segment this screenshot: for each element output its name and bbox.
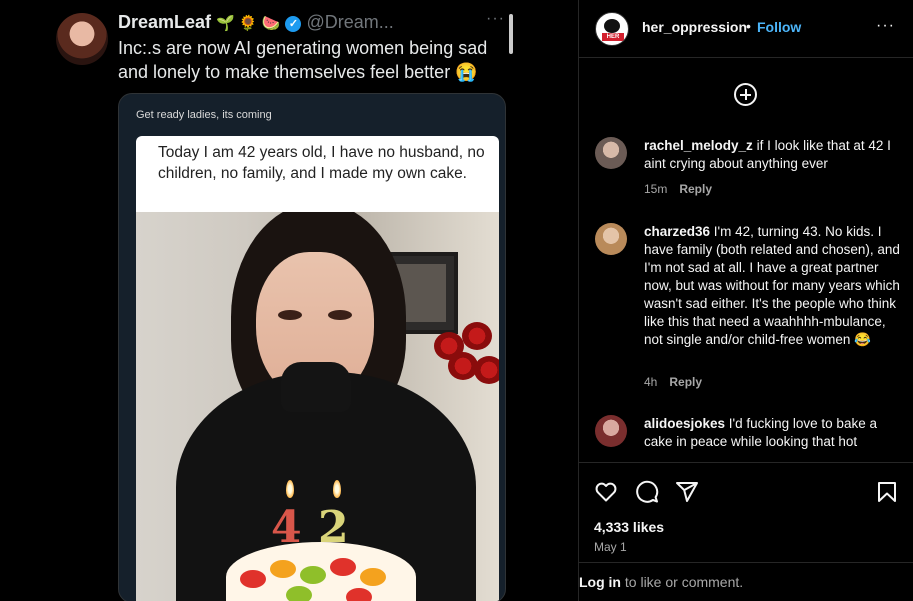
tweet-more-icon: ··· [486,10,505,27]
likes-count[interactable]: 4,333 likes [594,519,664,535]
tweet-avatar [56,13,108,65]
share-icon[interactable] [675,480,699,504]
post-info-panel: HER her_oppression • Follow ··· rachel_m… [578,0,913,601]
candle-digit-2: 2 [318,502,349,553]
follow-button[interactable]: Follow [757,19,801,35]
separator-dot: • [746,18,751,34]
crying-woman-photo: 4 2 [136,212,499,601]
comment-content: I'm 42, turning 43. No kids. I have fami… [644,224,900,347]
comment-time: 4h [644,375,658,389]
tweet-scrollbar [509,14,513,54]
tweet-header: DreamLeaf 🌱 🌻 🍉 ✓ @Dream... [118,12,394,33]
owner-username[interactable]: her_oppression [642,19,747,35]
login-prompt-text: to like or comment. [621,574,744,590]
tweet-emojis: 🌱 🌻 🍉 [216,15,281,32]
comment-icon[interactable] [635,480,659,504]
comment-text: alidoesjokes I'd fucking love to bake a … [644,415,900,451]
comment-meta: 15m Reply [644,182,712,196]
comment-text: charzed36 I'm 42, turning 43. No kids. I… [644,223,900,349]
commenter-avatar[interactable] [595,415,627,447]
tweet-display-name: DreamLeaf [118,12,212,32]
login-link[interactable]: Log in [579,574,621,590]
reply-button[interactable]: Reply [679,182,712,196]
avatar-badge: HER [602,33,624,41]
verified-icon: ✓ [285,16,302,32]
tweet-text: Inc:.s are now AI generating women being… [118,38,488,82]
commenter-avatar[interactable] [595,223,627,255]
quote-caption: Get ready ladies, its coming [136,109,272,121]
bookmark-icon[interactable] [875,480,899,504]
comment-time: 15m [644,182,668,196]
post-date: May 1 [594,540,627,554]
turtleneck-collar [281,362,351,412]
owner-avatar[interactable]: HER [595,12,629,46]
comment-username[interactable]: rachel_melody_z [644,138,753,153]
comment-text: rachel_melody_z if I look like that at 4… [644,137,900,173]
more-options-icon[interactable]: ··· [876,17,895,35]
post-header: HER her_oppression • Follow ··· [579,0,913,58]
post-media: DreamLeaf 🌱 🌻 🍉 ✓ @Dream... ··· Inc:.s a… [0,0,578,601]
candle-flame [286,480,294,498]
comments-list: rachel_melody_z if I look like that at 4… [579,59,913,462]
login-prompt: Log in to like or comment. [579,562,913,601]
roses [424,322,499,412]
candle-digit-4: 4 [271,502,302,553]
post-actions: 4,333 likes May 1 [579,462,913,562]
reply-button[interactable]: Reply [669,375,702,389]
heart-icon[interactable] [594,480,618,504]
comment-meta: 4h Reply [644,375,702,389]
quote-card: Get ready ladies, its coming Today I am … [118,93,506,601]
commenter-avatar[interactable] [595,137,627,169]
tweet-handle: @Dream... [306,12,394,32]
meme-text: Today I am 42 years old, I have no husba… [158,144,485,182]
add-circle-icon[interactable] [734,83,757,106]
comment-username[interactable]: charzed36 [644,224,710,239]
comment-username[interactable]: alidoesjokes [644,416,725,431]
candle-flame [333,480,341,498]
meme-image: Today I am 42 years old, I have no husba… [136,136,499,601]
